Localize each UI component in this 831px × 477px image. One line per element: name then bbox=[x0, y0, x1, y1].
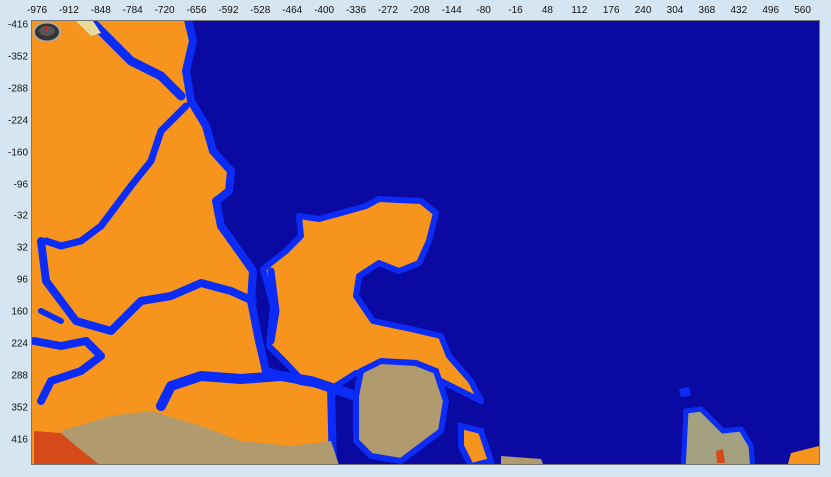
x-axis-label: -528 bbox=[250, 5, 271, 16]
x-axis-label: 240 bbox=[634, 5, 652, 16]
x-axis-label: -16 bbox=[508, 5, 523, 16]
y-axis-label: 352 bbox=[11, 402, 28, 414]
x-axis-label: 176 bbox=[602, 5, 620, 16]
x-axis-label: 368 bbox=[698, 5, 716, 16]
y-axis-label: -288 bbox=[7, 83, 28, 95]
se-corner-land bbox=[787, 446, 819, 464]
x-axis-label: -656 bbox=[186, 5, 207, 16]
x-axis-label: -720 bbox=[154, 5, 175, 16]
y-axis-label: 416 bbox=[11, 434, 28, 446]
x-axis-label: -80 bbox=[476, 5, 491, 16]
x-axis-label: -912 bbox=[58, 5, 79, 16]
x-axis-label: 48 bbox=[541, 5, 553, 16]
y-axis-label: -224 bbox=[7, 115, 28, 127]
x-axis-label: 432 bbox=[730, 5, 748, 16]
y-axis-label: 288 bbox=[11, 370, 28, 382]
y-axis-label: -96 bbox=[13, 179, 28, 190]
y-axis-label: 160 bbox=[11, 306, 28, 318]
y-axis-label: -160 bbox=[7, 147, 28, 159]
y-axis-label: 224 bbox=[11, 338, 28, 350]
x-axis-label: -272 bbox=[377, 5, 398, 16]
y-axis-label: -416 bbox=[7, 19, 28, 31]
x-axis-label: 496 bbox=[762, 5, 780, 16]
map-view[interactable] bbox=[31, 20, 820, 465]
x-axis-label: -336 bbox=[345, 5, 367, 16]
x-axis-label: 112 bbox=[571, 5, 588, 16]
player-compass-icon[interactable] bbox=[32, 21, 62, 43]
x-axis-label: -976 bbox=[26, 5, 48, 16]
x-axis-label: -592 bbox=[218, 5, 239, 16]
x-axis-label: -848 bbox=[90, 5, 111, 16]
x-axis-label: -464 bbox=[282, 5, 303, 16]
tan-area-east bbox=[353, 357, 450, 464]
y-axis-label: 96 bbox=[16, 274, 28, 286]
east-coast-land bbox=[458, 422, 495, 464]
x-axis-label: -784 bbox=[122, 5, 143, 16]
x-axis-label: -144 bbox=[441, 5, 462, 16]
x-axis-label: -208 bbox=[409, 5, 430, 16]
x-axis-label: 304 bbox=[666, 5, 684, 16]
x-axis-label: -400 bbox=[314, 5, 335, 16]
map-terrain bbox=[32, 21, 819, 464]
y-axis-label: -32 bbox=[13, 210, 28, 222]
y-axis-label: -352 bbox=[7, 51, 28, 63]
tan-area-se bbox=[501, 456, 544, 464]
y-axis-label: 32 bbox=[16, 242, 28, 254]
x-axis-label: 560 bbox=[794, 5, 811, 16]
